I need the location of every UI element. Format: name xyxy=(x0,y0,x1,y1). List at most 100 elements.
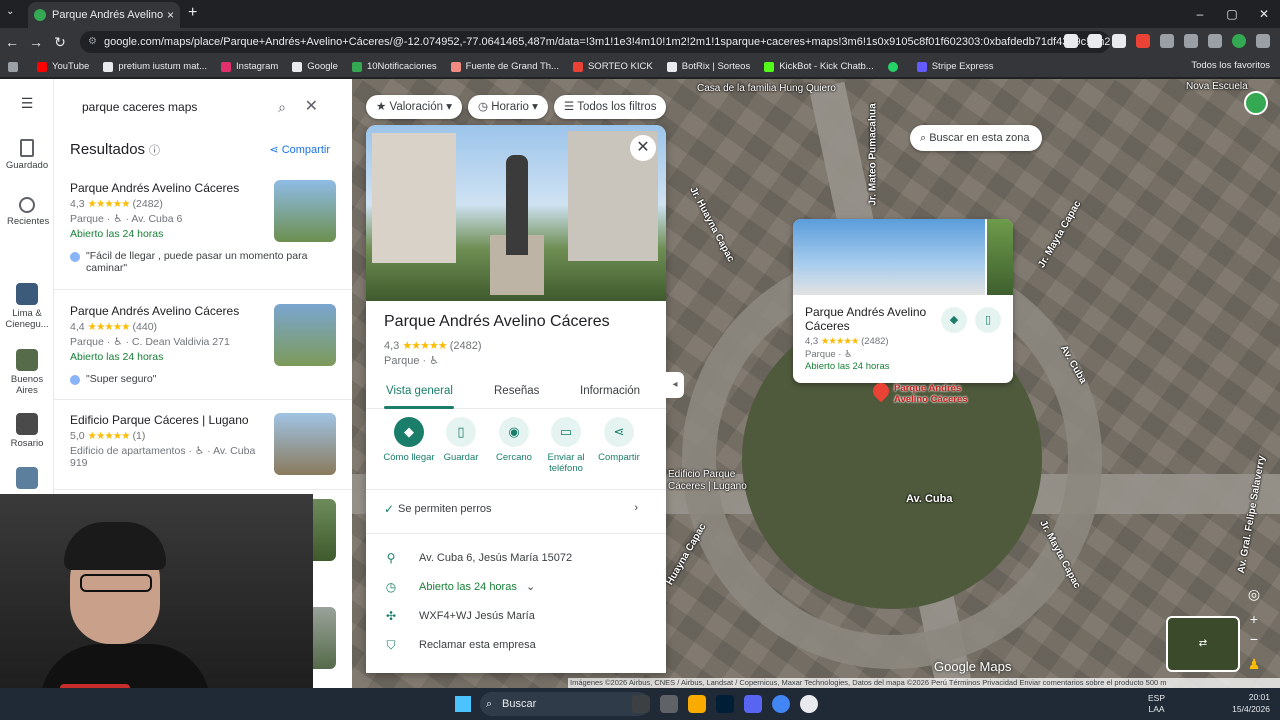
active-tab-indicator xyxy=(384,406,454,409)
extension-icon[interactable] xyxy=(1160,34,1174,48)
address-row[interactable]: ⚲ Av. Cuba 6, Jesús María 15072 xyxy=(366,549,666,571)
share-icon: ⋖ xyxy=(604,417,634,447)
tab-reviews[interactable]: Reseñas xyxy=(494,385,539,397)
photoshop-icon[interactable] xyxy=(716,695,734,713)
browser-tab-strip: ⌄ Parque Andrés Avelino Cáceres × + – ▢ … xyxy=(0,0,1280,28)
bookmark-botrix[interactable]: BotRix | Sorteos xyxy=(666,61,750,72)
url-text: google.com/maps/place/Parque+Andrés+Avel… xyxy=(104,36,1110,48)
extensions-puzzle-icon[interactable] xyxy=(1184,34,1198,48)
chevron-down-icon[interactable]: ⌄ xyxy=(526,580,535,593)
amenity-pets[interactable]: ✓ Se permiten perros › xyxy=(366,500,666,522)
browser-tab[interactable]: Parque Andrés Avelino Cáceres × xyxy=(28,2,180,28)
extension-icon[interactable] xyxy=(1136,34,1150,48)
street-view-thumbnail[interactable]: ⇄ xyxy=(1166,616,1240,672)
zoom-out-icon[interactable]: − xyxy=(1244,629,1264,649)
rail-saved[interactable]: Guardado xyxy=(0,139,54,171)
directions-icon[interactable]: ◆ xyxy=(941,307,967,333)
nearby-button[interactable]: ◉ Cercano xyxy=(484,417,544,463)
star-icon[interactable] xyxy=(1112,34,1126,48)
popup-photo xyxy=(987,219,1013,295)
place-popup-card[interactable]: Parque Andrés Avelino Cáceres 4,3 ★★★★★ … xyxy=(793,219,1013,383)
hours-row[interactable]: ◷ Abierto las 24 horas ⌄ xyxy=(366,578,666,600)
profile-avatar[interactable] xyxy=(1232,34,1246,48)
tab-overview[interactable]: Vista general xyxy=(386,385,453,397)
collapse-panel-icon[interactable]: ◂ xyxy=(666,372,684,398)
bookmark-instagram[interactable]: Instagram xyxy=(221,61,278,72)
claim-business-row[interactable]: ⛉ Reclamar esta empresa xyxy=(366,636,666,658)
chrome-icon[interactable] xyxy=(772,695,790,713)
menu-icon[interactable]: ☰ xyxy=(0,95,54,112)
directions-button[interactable]: ◆ Cómo llegar xyxy=(379,417,439,463)
close-tab-icon[interactable]: × xyxy=(167,8,174,22)
pegman-icon[interactable]: ♟ xyxy=(1244,654,1264,674)
minimize-icon[interactable]: – xyxy=(1184,0,1216,28)
save-bookmark-icon[interactable]: ▯ xyxy=(975,307,1001,333)
search-this-area-button[interactable]: ⌕ Buscar en esta zona xyxy=(910,125,1042,151)
bookmark-grand-theft[interactable]: Fuente de Grand Th... xyxy=(450,61,559,72)
history-icon xyxy=(19,197,35,213)
forward-icon[interactable]: → xyxy=(24,34,48,50)
whatsapp-icon[interactable] xyxy=(887,61,903,72)
app-icon[interactable] xyxy=(660,695,678,713)
rail-recents[interactable]: Recientes xyxy=(0,197,54,227)
close-icon[interactable]: ✕ xyxy=(630,135,656,161)
thumbnail-icon xyxy=(16,349,38,371)
bookmark-pretium[interactable]: pretium iustum mat... xyxy=(103,61,207,72)
share-button[interactable]: ⋖ Compartir xyxy=(589,417,649,463)
menu-icon[interactable] xyxy=(1256,34,1270,48)
all-bookmarks-folder[interactable]: Todos los favoritos xyxy=(1191,60,1270,71)
file-explorer-icon[interactable] xyxy=(688,695,706,713)
task-view-icon[interactable] xyxy=(632,695,650,713)
app-icon[interactable] xyxy=(800,695,818,713)
search-icon[interactable]: ⌕ xyxy=(278,91,286,123)
zoom-in-icon[interactable]: + xyxy=(1244,609,1264,629)
windows-start-icon[interactable] xyxy=(455,696,471,712)
zoom-icon[interactable] xyxy=(1064,34,1078,48)
result-thumbnail[interactable] xyxy=(274,304,336,366)
result-thumbnail[interactable] xyxy=(274,180,336,242)
send-to-phone-button[interactable]: ▭ Enviar al teléfono xyxy=(536,417,596,474)
result-thumbnail[interactable] xyxy=(274,413,336,475)
bookmark-notificaciones[interactable]: 10Notificaciones xyxy=(351,61,437,72)
place-rating[interactable]: 4,3 ★★★★★ (2482) xyxy=(384,339,482,352)
tab-search-icon[interactable]: ⌄ xyxy=(6,6,14,17)
plus-code-row[interactable]: ✣ WXF4+WJ Jesús María xyxy=(366,607,666,629)
rail-recent-lima[interactable]: Lima & Cienegu... xyxy=(0,283,54,330)
discord-icon[interactable] xyxy=(744,695,762,713)
reload-icon[interactable]: ↻ xyxy=(48,34,72,51)
share-results-button[interactable]: ⋖ Compartir xyxy=(269,143,330,156)
map-label-casa: Casa de la familia Hung Quiero xyxy=(697,83,836,94)
filter-rating[interactable]: ★ Valoración ▾ xyxy=(366,95,462,119)
my-location-icon[interactable]: ◎ xyxy=(1244,584,1264,604)
rail-recent-buenos-aires[interactable]: Buenos Aires xyxy=(0,349,54,396)
place-hero-photo[interactable] xyxy=(366,125,666,301)
taskbar-search[interactable]: ⌕ Buscar xyxy=(480,692,650,716)
clear-search-icon[interactable]: ✕ xyxy=(305,91,318,123)
install-icon[interactable] xyxy=(1088,34,1102,48)
bookmark-youtube[interactable]: YouTube xyxy=(37,61,89,72)
filter-all[interactable]: ☰ Todos los filtros xyxy=(553,95,667,119)
address-bar[interactable]: ⚙ google.com/maps/place/Parque+Andrés+Av… xyxy=(80,31,1110,53)
search-icon: ⌕ xyxy=(486,698,493,710)
bookmark-sorteo-kick[interactable]: SORTEO KICK xyxy=(572,61,653,72)
account-avatar[interactable] xyxy=(1244,91,1268,115)
apps-icon[interactable] xyxy=(8,61,23,72)
input-language[interactable]: ESP LAA xyxy=(1148,693,1165,715)
rail-recent-more[interactable] xyxy=(0,467,54,492)
tab-information[interactable]: Información xyxy=(580,385,640,397)
maximize-icon[interactable]: ▢ xyxy=(1216,0,1248,28)
bookmark-kickbot[interactable]: KickBot - Kick Chatb... xyxy=(764,61,874,72)
bookmark-stripe[interactable]: Stripe Express xyxy=(916,61,994,72)
search-input[interactable]: parque caceres maps ⌕ ✕ xyxy=(66,91,338,123)
back-icon[interactable]: ← xyxy=(0,34,24,50)
bookmark-google[interactable]: Google xyxy=(292,61,338,72)
rail-recent-rosario[interactable]: Rosario xyxy=(0,413,54,449)
system-clock[interactable]: 20:01 15/4/2026 xyxy=(1232,691,1270,715)
new-tab-icon[interactable]: + xyxy=(188,4,197,22)
info-icon[interactable]: ⓘ xyxy=(149,145,160,157)
close-window-icon[interactable]: ✕ xyxy=(1248,0,1280,28)
site-info-icon[interactable]: ⚙ xyxy=(88,31,97,53)
media-icon[interactable] xyxy=(1208,34,1222,48)
save-button[interactable]: ▯ Guardar xyxy=(431,417,491,463)
filter-hours[interactable]: ◷ Horario ▾ xyxy=(467,95,548,119)
